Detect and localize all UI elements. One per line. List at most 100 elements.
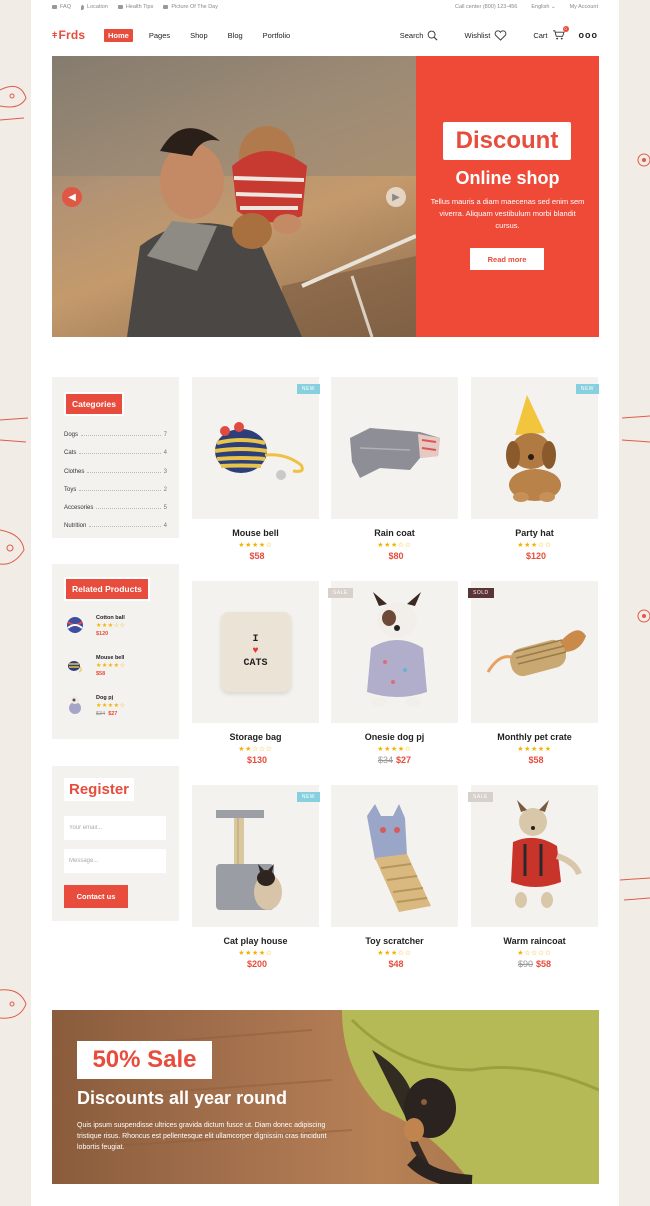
doodle-left-low bbox=[0, 520, 30, 580]
cart-button[interactable]: Cart 0 bbox=[533, 25, 569, 42]
doodle-left-bottom bbox=[0, 980, 30, 1040]
faq-link[interactable]: FAQ bbox=[52, 4, 71, 10]
health-tips-link[interactable]: Health Tips bbox=[117, 4, 153, 10]
sale-heading: Discounts all year round bbox=[77, 1088, 288, 1108]
product-rating: ★★★☆☆ bbox=[517, 542, 552, 549]
product-name: Party hat bbox=[515, 528, 554, 538]
hero-prev-button[interactable]: ◀ bbox=[62, 187, 82, 207]
nav-portfolio[interactable]: Portfolio bbox=[259, 29, 295, 42]
hero-title: Discount bbox=[443, 122, 571, 160]
camera-icon bbox=[163, 5, 169, 9]
product-rating: ★★★☆☆ bbox=[377, 950, 412, 957]
related-item-mouse-bell[interactable]: Mouse bell ★★★★☆ $58 bbox=[64, 654, 125, 678]
product-card-rain-coat[interactable]: Rain coat ★★★☆☆ $80 bbox=[331, 377, 458, 561]
read-more-button[interactable]: Read more bbox=[470, 248, 544, 270]
contact-us-button[interactable]: Contact us bbox=[64, 885, 128, 908]
search-button[interactable]: Search bbox=[400, 30, 439, 41]
pet-crate-toy-image bbox=[486, 630, 586, 677]
product-name: Onesie dog pj bbox=[364, 732, 425, 742]
cotton-ball-thumb bbox=[64, 614, 86, 636]
product-image: NEW bbox=[192, 785, 320, 927]
product-card-storage-bag[interactable]: I ♥ CATS Storage bag ★★☆☆☆ $130 bbox=[192, 581, 319, 765]
doodle-right-low bbox=[630, 600, 650, 640]
product-rating: ★★★★☆ bbox=[377, 746, 412, 753]
product-card-monthly-pet-crate[interactable]: SOLD Monthly pet crate ★★★★★ $58 bbox=[468, 581, 598, 765]
register-widget: Register Contact us bbox=[52, 766, 179, 921]
nav-blog[interactable]: Blog bbox=[224, 29, 247, 42]
product-rating: ★★☆☆☆ bbox=[238, 746, 273, 753]
nav-shop[interactable]: Shop bbox=[186, 29, 212, 42]
category-item-cats[interactable]: Cats 4 bbox=[64, 438, 167, 456]
page-container: FAQ Location Health Tips Picture Of The … bbox=[31, 0, 619, 1206]
main-nav: Home Pages Shop Blog Portfolio bbox=[104, 28, 295, 42]
product-name: Storage bag bbox=[229, 732, 282, 742]
related-item-dog-pj[interactable]: Dog pj ★★★★☆ $34 $27 bbox=[64, 694, 125, 718]
product-card-toy-scratcher[interactable]: Toy scratcher ★★★☆☆ $48 bbox=[331, 785, 458, 969]
product-price: $58 bbox=[536, 959, 552, 969]
paw-icon: ǂ bbox=[52, 30, 58, 40]
product-card-warm-raincoat[interactable]: SALE Warm raincoat ★☆☆☆☆ $90 $58 bbox=[468, 785, 598, 969]
related-item-cotton-ball[interactable]: Cotton ball ★★★☆☆ $120 bbox=[64, 614, 125, 638]
product-image: NEW bbox=[192, 377, 320, 519]
location-link[interactable]: Location bbox=[81, 4, 108, 10]
product-price: $130 bbox=[246, 755, 268, 765]
product-rating: ★★★★☆ bbox=[238, 950, 273, 957]
product-card-mouse-bell[interactable]: NEW Mouse bell ★★★★☆ $58 bbox=[192, 377, 320, 561]
heart-icon: ♥ bbox=[252, 646, 259, 657]
mouse-bell-thumb bbox=[64, 654, 86, 676]
category-item-dogs[interactable]: Dogs 7 bbox=[64, 420, 167, 438]
hero-description: Tellus mauris a diam maecenas sed enim s… bbox=[430, 197, 585, 230]
picture-of-day-link[interactable]: Picture Of The Day bbox=[163, 4, 218, 10]
my-account-link[interactable]: My Account bbox=[570, 4, 598, 10]
wishlist-button[interactable]: Wishlist bbox=[464, 29, 507, 41]
more-menu-button[interactable]: ooo bbox=[579, 30, 599, 40]
nav-pages[interactable]: Pages bbox=[145, 29, 174, 42]
onesie-dog-image bbox=[366, 592, 427, 707]
product-card-cat-play-house[interactable]: NEW Cat play house ★★★★☆ $200 bbox=[192, 785, 320, 969]
nav-home[interactable]: Home bbox=[104, 28, 133, 42]
product-old-price: $90 bbox=[517, 959, 533, 969]
product-image: SALE bbox=[328, 581, 458, 723]
site-logo[interactable]: ǂ Frds bbox=[52, 28, 104, 42]
hero-image-man-with-dog bbox=[52, 56, 417, 337]
category-item-toys[interactable]: Toys 2 bbox=[64, 475, 167, 493]
language-selector[interactable]: English ⌄ bbox=[531, 4, 555, 10]
sale-badge: SALE bbox=[328, 588, 353, 598]
category-item-clothes[interactable]: Clothes 3 bbox=[64, 456, 167, 475]
category-item-nutrition[interactable]: Nutrition 4 bbox=[64, 511, 167, 529]
sold-badge: SOLD bbox=[468, 588, 494, 598]
product-image bbox=[331, 377, 458, 519]
category-item-accesories[interactable]: Accesories 5 bbox=[64, 493, 167, 511]
doodle-right-top bbox=[630, 140, 650, 180]
sale-description: Quis ipsum suspendisse ultrices gravida … bbox=[77, 1122, 327, 1151]
sale-banner[interactable]: 50% Sale Discounts all year round Quis i… bbox=[52, 1010, 599, 1184]
heart-icon bbox=[494, 29, 507, 41]
storage-bag-image: I ♥ CATS bbox=[220, 612, 291, 692]
doodle-right-bottom bbox=[620, 860, 650, 910]
phone-icon bbox=[117, 5, 123, 9]
doodle-left-mid bbox=[0, 410, 30, 450]
product-price: $58 bbox=[249, 551, 265, 561]
arrow-right-icon: ▶ bbox=[392, 191, 400, 203]
product-card-onesie-dog-pj[interactable]: SALE Onesie dog pj ★★★★☆ $34 $27 bbox=[328, 581, 458, 765]
party-hat-dog-image bbox=[505, 395, 561, 502]
product-old-price: $34 bbox=[377, 755, 393, 765]
product-card-party-hat[interactable]: NEW Party hat ★★★☆☆ $120 bbox=[471, 377, 599, 561]
hero-promo-panel: Discount Online shop Tellus mauris a dia… bbox=[416, 56, 599, 337]
categories-title: Categories bbox=[64, 392, 124, 416]
product-rating: ★★★★★ bbox=[517, 746, 552, 753]
product-image: SOLD bbox=[468, 581, 598, 723]
product-price-wrap: $80 bbox=[331, 551, 458, 561]
product-name: Cat play house bbox=[223, 936, 288, 946]
location-pin-icon bbox=[81, 4, 85, 10]
product-price-wrap: $58 bbox=[192, 551, 319, 561]
arrow-left-icon: ◀ bbox=[68, 191, 76, 203]
new-badge: NEW bbox=[575, 384, 599, 394]
toy-scratcher-image bbox=[366, 804, 431, 912]
email-field[interactable] bbox=[64, 816, 166, 840]
product-price-wrap: $58 bbox=[471, 755, 598, 765]
product-name: Mouse bell bbox=[232, 528, 279, 538]
categories-widget: Categories Dogs 7 Cats 4 Clothes 3 Toys 2 Ac… bbox=[52, 377, 179, 538]
hero-next-button[interactable]: ▶ bbox=[386, 187, 406, 207]
message-field[interactable] bbox=[64, 849, 166, 873]
